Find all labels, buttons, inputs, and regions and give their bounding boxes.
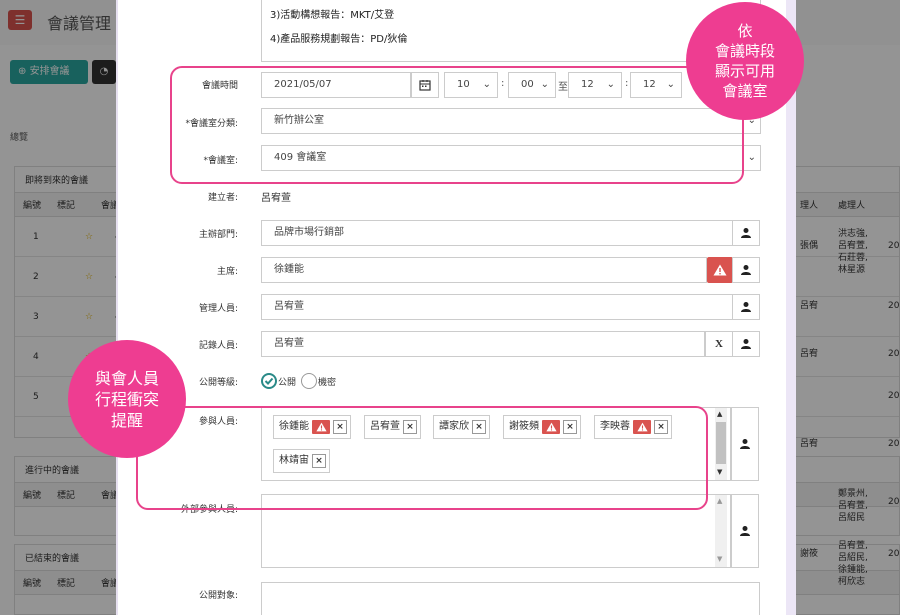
manager-input[interactable]: 呂宥萱: [261, 294, 733, 320]
external-scrollbar[interactable]: ▲ ▼: [715, 495, 727, 567]
recorder-input[interactable]: 呂宥萱: [261, 331, 705, 357]
user-picker-button[interactable]: [731, 407, 759, 481]
room-annotation-frame: [170, 66, 744, 184]
user-icon: [740, 526, 750, 536]
visibility-public-label: 公開: [278, 378, 297, 388]
public-target-label: 公開對象:: [198, 591, 238, 601]
check-icon: [264, 377, 274, 385]
user-icon: [741, 265, 751, 275]
chair-label: 主席:: [216, 267, 238, 277]
creator-value: 呂宥萱: [261, 193, 291, 204]
scroll-down-icon[interactable]: ▼: [717, 468, 722, 476]
host-dept-input[interactable]: 品牌市場行銷部: [261, 220, 733, 246]
user-picker-button[interactable]: [732, 331, 760, 357]
warning-icon[interactable]: [707, 257, 733, 283]
user-picker-button[interactable]: [731, 494, 759, 568]
user-picker-button[interactable]: [732, 220, 760, 246]
scroll-down-icon[interactable]: ▼: [717, 555, 722, 563]
room-annotation-bubble: 依 會議時段 顯示可用 會議室: [686, 2, 804, 120]
user-picker-button[interactable]: [732, 294, 760, 320]
user-icon: [740, 439, 750, 449]
host-dept-label: 主辦部門:: [198, 230, 238, 240]
visibility-private-label: 機密: [318, 378, 337, 388]
creator-label: 建立者:: [207, 193, 238, 203]
agenda-line: 4)產品服務規劃報告：PD/狄倫: [270, 34, 408, 45]
user-icon: [741, 228, 751, 238]
user-icon: [741, 302, 751, 312]
scroll-up-icon[interactable]: ▲: [717, 497, 722, 505]
visibility-private-radio[interactable]: [301, 373, 317, 389]
public-target-box[interactable]: [261, 582, 760, 615]
participants-scrollbar[interactable]: ▲ ▼: [715, 408, 727, 480]
visibility-public-radio[interactable]: [261, 373, 277, 389]
clear-button[interactable]: X: [705, 331, 733, 357]
user-icon: [741, 339, 751, 349]
scroll-thumb[interactable]: [716, 422, 726, 464]
conflict-annotation-bubble: 與會人員 行程衝突 提醒: [68, 340, 186, 458]
scroll-up-icon[interactable]: ▲: [717, 410, 722, 418]
agenda-line: 3)活動構想報告：MKT/艾登: [270, 10, 395, 21]
chevron-down-icon: ⌄: [747, 152, 756, 163]
chair-input[interactable]: 徐鍾能: [261, 257, 707, 283]
user-picker-button[interactable]: [732, 257, 760, 283]
conflict-annotation-frame: [136, 406, 708, 510]
manager-label: 管理人員:: [198, 304, 238, 314]
